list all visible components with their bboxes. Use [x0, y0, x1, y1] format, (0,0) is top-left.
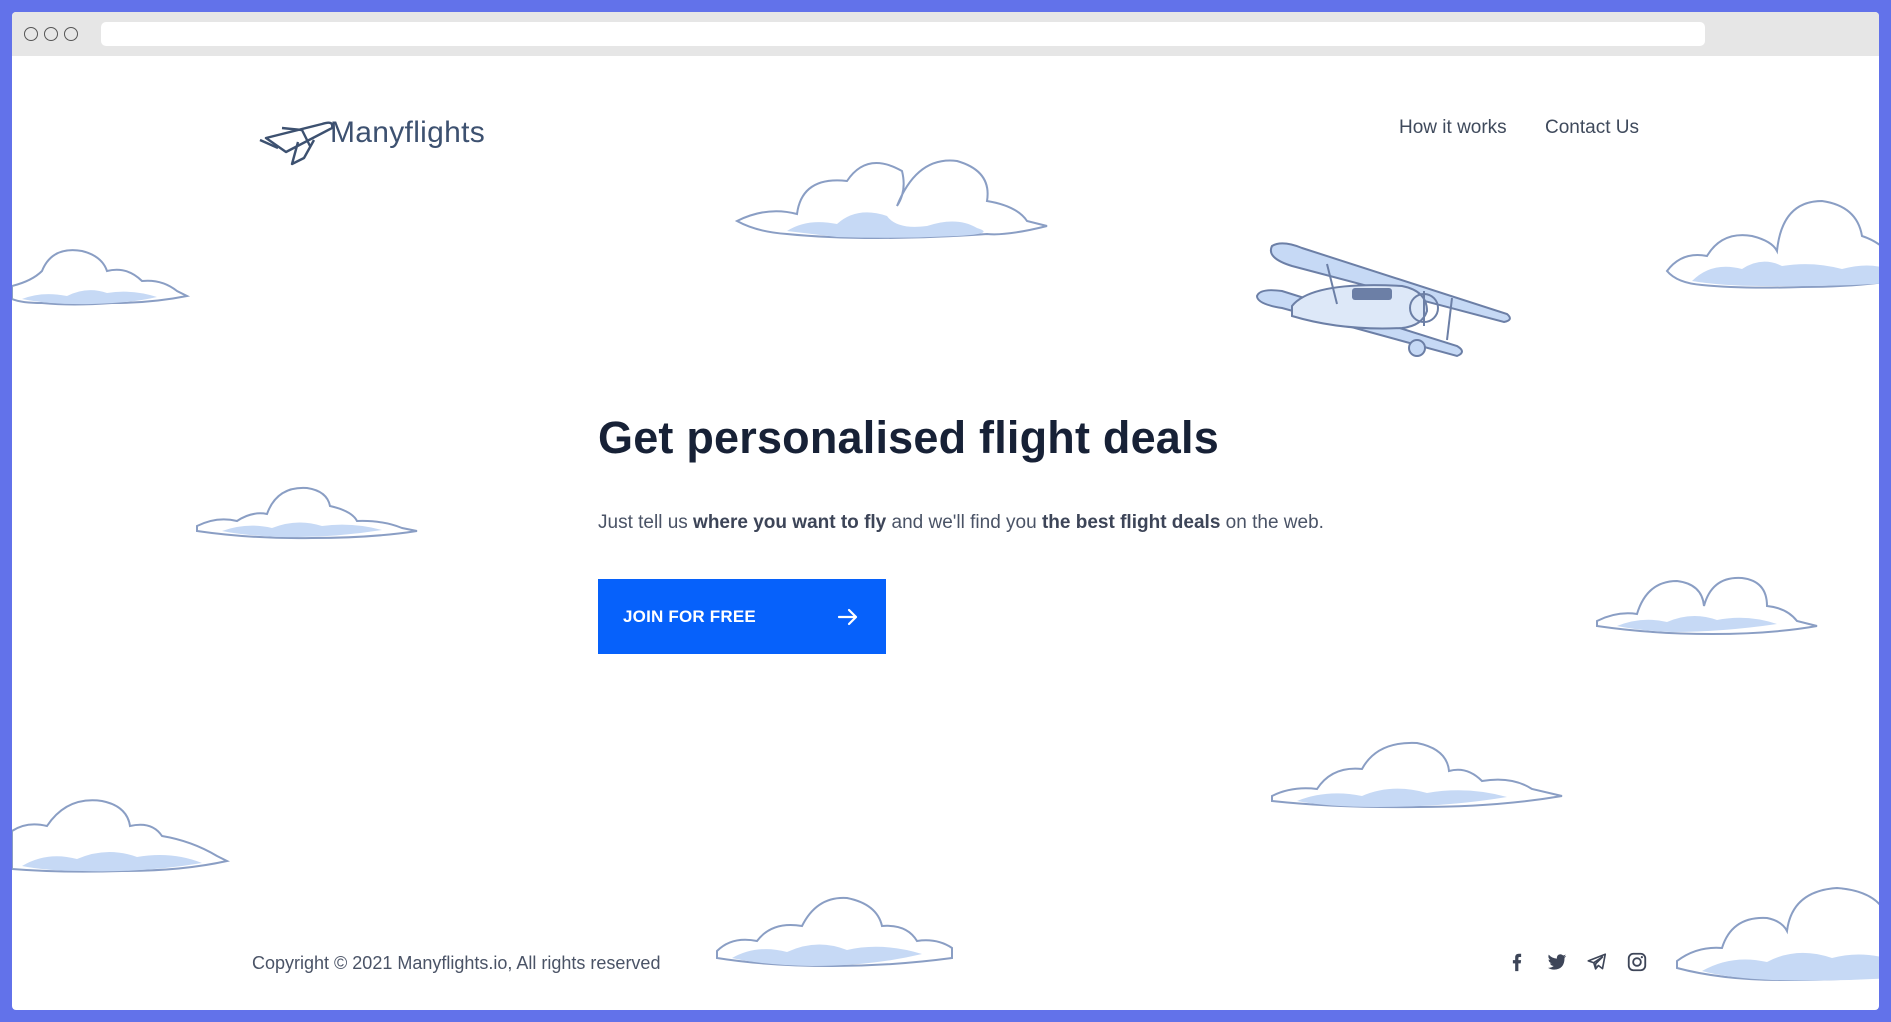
instagram-icon[interactable]	[1626, 951, 1648, 973]
hero-title: Get personalised flight deals	[598, 412, 1219, 463]
hero-subtitle-text: Just tell us	[598, 512, 694, 533]
browser-titlebar	[12, 12, 1879, 56]
copyright-text: Copyright © 2021 Manyflights.io, All rig…	[252, 953, 661, 973]
arrow-right-icon	[837, 608, 858, 625]
hero-subtitle-text: on the web.	[1220, 512, 1324, 533]
facebook-icon[interactable]	[1506, 951, 1528, 973]
cloud-illustration	[12, 249, 191, 306]
cloud-illustration	[716, 896, 953, 968]
cloud-illustration	[12, 799, 230, 873]
address-bar[interactable]	[101, 22, 1705, 46]
browser-window: Manyflights How it works Contact Us Get …	[12, 12, 1879, 1010]
telegram-icon[interactable]	[1586, 951, 1608, 973]
hero-subtitle-text: and we'll find you	[886, 512, 1042, 533]
hero-subtitle-emphasis: where you want to fly	[693, 512, 887, 533]
nav-how-it-works[interactable]: How it works	[1399, 117, 1507, 139]
cloud-illustration	[734, 159, 1048, 240]
join-button-label: JOIN FOR FREE	[623, 606, 756, 626]
hero-subtitle: Just tell us where you want to fly and w…	[598, 512, 1324, 534]
join-for-free-button[interactable]: JOIN FOR FREE	[598, 579, 886, 654]
window-minimize-dot[interactable]	[44, 27, 58, 41]
cloud-illustration	[1676, 886, 1879, 982]
biplane-illustration	[1255, 242, 1511, 358]
nav-contact-us[interactable]: Contact Us	[1545, 117, 1639, 139]
cloud-illustration	[1665, 199, 1879, 289]
page-content: Manyflights How it works Contact Us Get …	[12, 56, 1879, 1010]
cloud-illustration	[1271, 741, 1563, 809]
window-close-dot[interactable]	[24, 27, 38, 41]
cloud-illustration	[196, 486, 418, 540]
window-maximize-dot[interactable]	[64, 27, 78, 41]
hero-subtitle-emphasis: the best flight deals	[1041, 512, 1221, 533]
cloud-illustration	[1596, 576, 1818, 636]
twitter-icon[interactable]	[1546, 951, 1568, 973]
brand-name[interactable]: Manyflights	[330, 116, 485, 150]
